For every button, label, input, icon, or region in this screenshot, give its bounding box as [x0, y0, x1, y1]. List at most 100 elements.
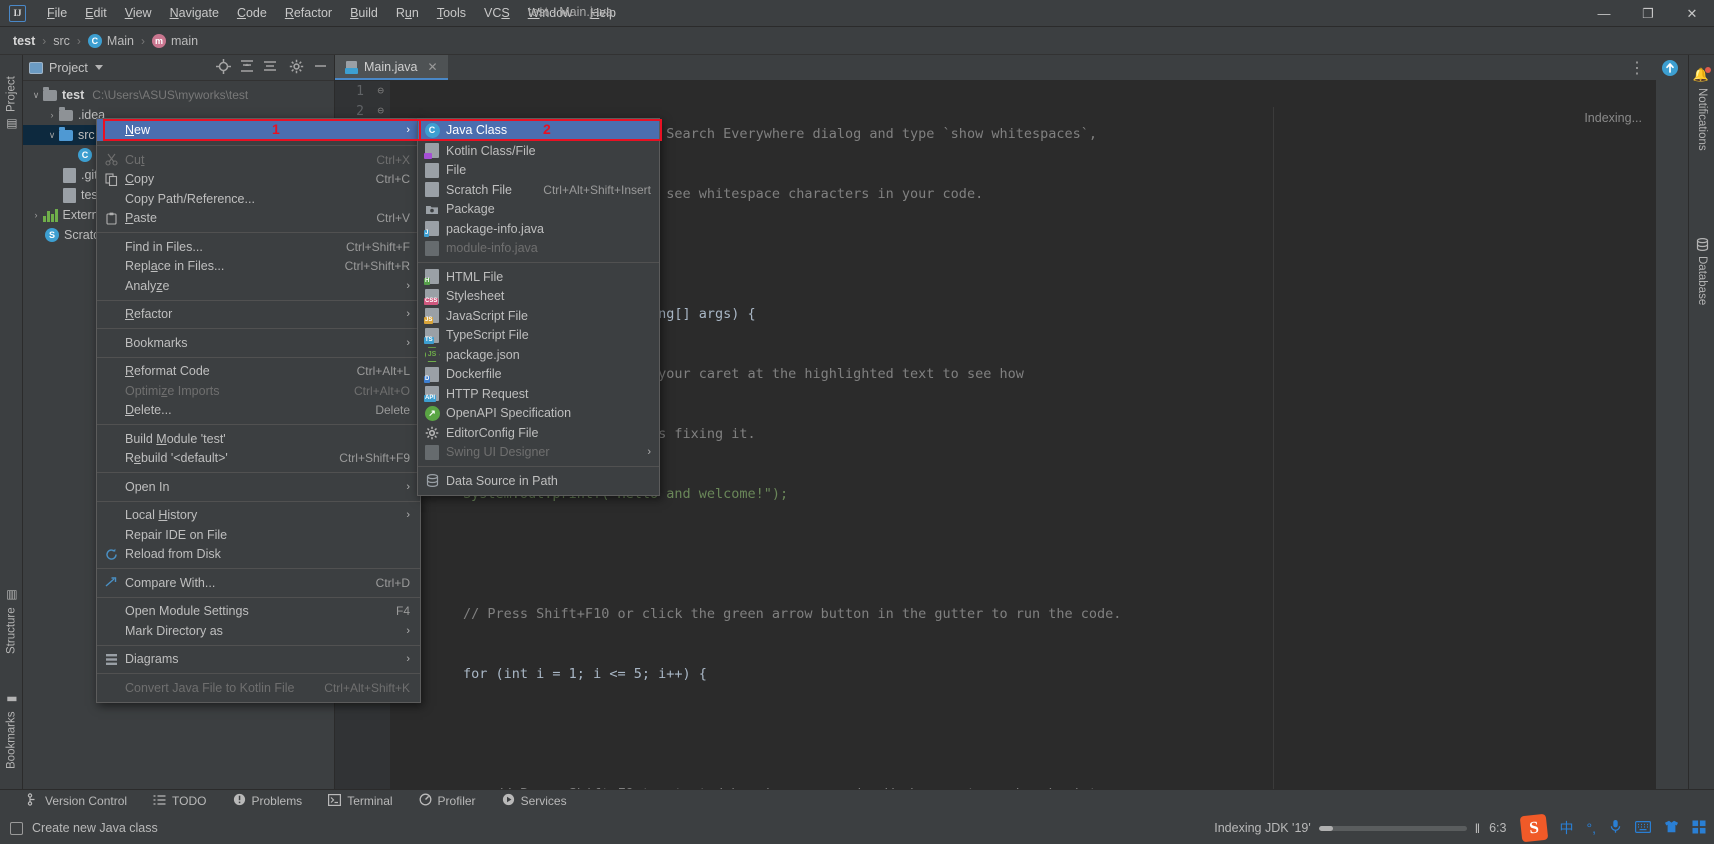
close-button[interactable]: ✕ [1670, 0, 1714, 27]
bottom-tab-todo[interactable]: TODO [140, 790, 219, 813]
java-class-icon: C [78, 148, 92, 162]
bottom-tab-services[interactable]: Services [489, 790, 580, 813]
editor-tab-label: Main.java [364, 59, 418, 74]
breadcrumb-class[interactable]: C Main [85, 33, 137, 49]
context-menu-item-rebuild[interactable]: Rebuild '<default>' Ctrl+Shift+F9 [97, 449, 420, 469]
project-view-chevron-down-icon[interactable] [94, 65, 103, 70]
menu-separator [97, 299, 420, 301]
context-menu-item-delete[interactable]: Delete... Delete [97, 401, 420, 421]
submenu-item-package[interactable]: Package [418, 200, 659, 220]
tool-tab-project[interactable]: ▥ Project [0, 57, 23, 137]
openapi-icon: ↗ [418, 405, 446, 421]
sogou-icon[interactable]: S [1519, 813, 1548, 843]
menu-refactor[interactable]: Refactor [276, 3, 341, 23]
submenu-item-openapi-specification[interactable]: ↗ OpenAPI Specification [418, 404, 659, 424]
code-line: for (int i = 1; i <= 5; i++) { [398, 666, 707, 682]
ime-punctuation-icon[interactable]: °, [1587, 820, 1597, 836]
submenu-item-typescript-file[interactable]: TypeScript File [418, 326, 659, 346]
submenu-item-editorconfig-file[interactable]: EditorConfig File [418, 423, 659, 443]
submenu-item-http-request[interactable]: HTTP Request [418, 384, 659, 404]
menu-build[interactable]: Build [341, 3, 387, 23]
update-project-icon[interactable] [1658, 57, 1682, 79]
pause-icon[interactable]: ‖ [1475, 821, 1480, 836]
bottom-tab-profiler[interactable]: Profiler [406, 790, 489, 813]
menu-vcs[interactable]: VCS [475, 3, 519, 23]
context-menu-item-new[interactable]: New › [97, 119, 420, 141]
context-menu-item-reformat-code[interactable]: Reformat Code Ctrl+Alt+L [97, 362, 420, 382]
context-menu-item-reload-from-disk[interactable]: Reload from Disk [97, 545, 420, 565]
tool-tab-bookmarks[interactable]: Bookmarks ▮ [0, 670, 23, 775]
menu-tools[interactable]: Tools [428, 3, 475, 23]
menu-code[interactable]: Code [228, 3, 276, 23]
submenu-item-package-info-java[interactable]: package-info.java [418, 219, 659, 239]
editor-options-kebab-icon[interactable]: ⋮ [1619, 55, 1656, 80]
collapse-all-icon[interactable] [263, 59, 277, 76]
tool-tab-database[interactable]: Database [1689, 230, 1714, 335]
mic-icon[interactable] [1609, 819, 1622, 837]
context-menu-item-bookmarks[interactable]: Bookmarks › [97, 333, 420, 353]
chevron-right-icon[interactable]: › [29, 210, 43, 220]
submenu-item-data-source-in-path[interactable]: Data Source in Path [418, 471, 659, 491]
context-menu-item-local-history[interactable]: Local History › [97, 506, 420, 526]
submenu-item-javascript-file[interactable]: JavaScript File [418, 306, 659, 326]
chevron-down-icon[interactable]: ∨ [45, 130, 59, 141]
context-menu-item-copy-path[interactable]: Copy Path/Reference... [97, 189, 420, 209]
context-menu-item-paste[interactable]: Paste Ctrl+V [97, 209, 420, 229]
hide-panel-icon[interactable] [313, 59, 328, 76]
submenu-item-file[interactable]: File [418, 161, 659, 181]
context-menu-item-compare-with[interactable]: Compare With... Ctrl+D [97, 573, 420, 593]
context-menu-item-copy[interactable]: Copy Ctrl+C [97, 170, 420, 190]
locate-icon[interactable] [216, 58, 231, 77]
code-line: // Press Shift+F10 or click the green ar… [398, 606, 1122, 622]
chevron-right-icon[interactable]: › [45, 110, 59, 120]
context-menu-item-open-module-settings[interactable]: Open Module Settings F4 [97, 602, 420, 622]
submenu-item-java-class[interactable]: C Java Class [418, 119, 659, 141]
menu-navigate[interactable]: Navigate [161, 3, 228, 23]
shirt-icon[interactable] [1664, 820, 1679, 836]
context-menu-item-refactor[interactable]: Refactor › [97, 305, 420, 325]
context-menu[interactable]: New › Cut Ctrl+X Copy Ctrl+C Copy Path/R… [96, 118, 421, 703]
menu-run[interactable]: Run [387, 3, 428, 23]
breadcrumb-project[interactable]: test [10, 33, 38, 49]
context-menu-item-label: Refactor [125, 307, 173, 322]
submenu-item-html-file[interactable]: HTML File [418, 267, 659, 287]
context-menu-item-analyze[interactable]: Analyze › [97, 276, 420, 296]
expand-all-icon[interactable] [240, 59, 254, 76]
submenu-item-stylesheet[interactable]: Stylesheet [418, 287, 659, 307]
chevron-down-icon[interactable]: ∨ [29, 90, 43, 101]
submenu-item-dockerfile[interactable]: Dockerfile [418, 365, 659, 385]
submenu-item-package-json[interactable]: JS package.json [418, 345, 659, 365]
submenu-item-kotlin-class-file[interactable]: Kotlin Class/File [418, 141, 659, 161]
close-icon[interactable]: ✕ [428, 60, 438, 74]
apps-icon[interactable] [1692, 820, 1706, 837]
editor-tab-main-java[interactable]: Main.java ✕ [335, 55, 448, 80]
keyboard-icon[interactable] [1635, 820, 1652, 836]
breadcrumb-src[interactable]: src [50, 33, 73, 49]
tool-tab-structure[interactable]: Structure ▤ [0, 565, 23, 660]
bottom-tab-terminal[interactable]: Terminal [315, 790, 405, 813]
context-menu-item-build-module[interactable]: Build Module 'test' [97, 429, 420, 449]
minimize-button[interactable]: — [1582, 0, 1626, 27]
html-file-icon [418, 269, 446, 286]
menu-separator [97, 472, 420, 473]
context-menu-item-mark-directory-as[interactable]: Mark Directory as › [97, 621, 420, 641]
maximize-button[interactable]: ❐ [1626, 0, 1670, 27]
menu-file[interactable]: File [38, 3, 76, 23]
breadcrumb-method[interactable]: m main [149, 33, 201, 49]
context-menu-item-replace-in-files[interactable]: Replace in Files... Ctrl+Shift+R [97, 257, 420, 277]
tool-tab-notifications[interactable]: 🔔 Notifications [1689, 59, 1714, 179]
gear-icon[interactable] [289, 59, 304, 77]
bottom-tab-version-control[interactable]: Version Control [14, 790, 140, 813]
context-menu-item-repair-ide[interactable]: Repair IDE on File [97, 525, 420, 545]
new-submenu[interactable]: C Java Class Kotlin Class/File File Scra… [417, 118, 660, 496]
submenu-item-scratch-file[interactable]: Scratch File Ctrl+Alt+Shift+Insert [418, 180, 659, 200]
menu-view[interactable]: View [116, 3, 161, 23]
submenu-item-label: TypeScript File [446, 328, 529, 343]
context-menu-item-find-in-files[interactable]: Find in Files... Ctrl+Shift+F [97, 237, 420, 257]
context-menu-item-diagrams[interactable]: Diagrams › [97, 650, 420, 670]
context-menu-item-open-in[interactable]: Open In › [97, 477, 420, 497]
ime-chinese-icon[interactable]: 中 [1560, 818, 1574, 838]
tree-node-test[interactable]: ∨ test C:\Users\ASUS\myworks\test [23, 85, 334, 105]
menu-edit[interactable]: Edit [76, 3, 116, 23]
bottom-tab-problems[interactable]: Problems [220, 790, 316, 813]
